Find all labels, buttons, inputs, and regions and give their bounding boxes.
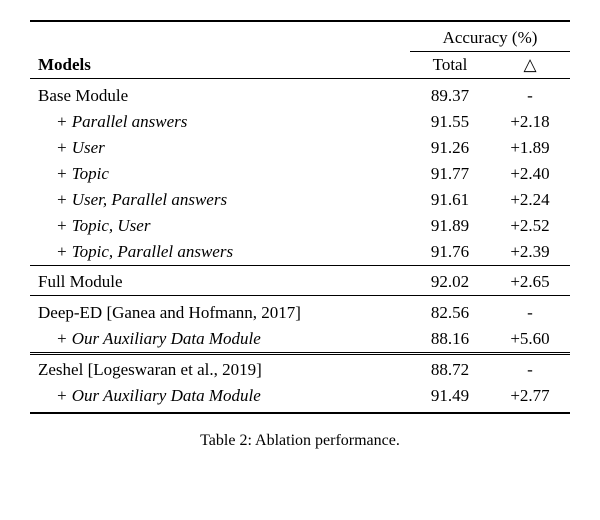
total-value: 91.55	[410, 109, 490, 135]
delta-value: -	[490, 357, 570, 383]
table-row: Zeshel [Logeswaran et al., 2019] 88.72 -	[30, 357, 570, 383]
model-label: + Our Auxiliary Data Module	[30, 383, 410, 409]
table-row: + Our Auxiliary Data Module 91.49 +2.77	[30, 383, 570, 409]
table-row: Base Module 89.37 -	[30, 83, 570, 109]
delta-value: +2.18	[490, 109, 570, 135]
delta-value: +2.40	[490, 161, 570, 187]
model-label: Full Module	[30, 269, 410, 296]
table-row: + Topic 91.77 +2.40	[30, 161, 570, 187]
model-label: + User, Parallel answers	[30, 187, 410, 213]
model-label: + Our Auxiliary Data Module	[30, 326, 410, 354]
table-row: + User 91.26 +1.89	[30, 135, 570, 161]
table-row: + Topic, User 91.89 +2.52	[30, 213, 570, 239]
table-caption: Table 2: Ablation performance.	[30, 432, 570, 450]
total-value: 92.02	[410, 269, 490, 296]
model-label: + Topic	[30, 161, 410, 187]
model-label: Zeshel [Logeswaran et al., 2019]	[30, 357, 410, 383]
total-value: 91.49	[410, 383, 490, 409]
delta-value: +2.65	[490, 269, 570, 296]
caption-prefix: Table 2:	[200, 432, 255, 449]
total-header: Total	[410, 52, 490, 79]
models-header: Models	[30, 25, 410, 79]
caption-text: Ablation performance.	[255, 432, 400, 449]
model-label: + User	[30, 135, 410, 161]
table-row: + Parallel answers 91.55 +2.18	[30, 109, 570, 135]
model-label: + Topic, Parallel answers	[30, 239, 410, 266]
model-label: + Topic, User	[30, 213, 410, 239]
accuracy-header: Accuracy (%)	[410, 25, 570, 52]
total-value: 88.72	[410, 357, 490, 383]
total-value: 88.16	[410, 326, 490, 354]
total-value: 89.37	[410, 83, 490, 109]
table-row: + Topic, Parallel answers 91.76 +2.39	[30, 239, 570, 266]
delta-value: +2.77	[490, 383, 570, 409]
total-value: 91.76	[410, 239, 490, 266]
header-row-1: Models Accuracy (%)	[30, 25, 570, 52]
delta-value: -	[490, 300, 570, 326]
delta-value: +1.89	[490, 135, 570, 161]
total-value: 82.56	[410, 300, 490, 326]
total-value: 91.89	[410, 213, 490, 239]
delta-header: △	[490, 52, 570, 79]
model-label: + Parallel answers	[30, 109, 410, 135]
delta-value: +5.60	[490, 326, 570, 354]
delta-value: +2.24	[490, 187, 570, 213]
table-bottom-rule	[30, 409, 570, 413]
delta-value: -	[490, 83, 570, 109]
table-row: + User, Parallel answers 91.61 +2.24	[30, 187, 570, 213]
table-row: + Our Auxiliary Data Module 88.16 +5.60	[30, 326, 570, 354]
delta-value: +2.52	[490, 213, 570, 239]
table-row: Full Module 92.02 +2.65	[30, 269, 570, 296]
model-label: Base Module	[30, 83, 410, 109]
delta-value: +2.39	[490, 239, 570, 266]
ablation-table: Models Accuracy (%) Total △ Base Module …	[30, 20, 570, 414]
table-row: Deep-ED [Ganea and Hofmann, 2017] 82.56 …	[30, 300, 570, 326]
total-value: 91.61	[410, 187, 490, 213]
total-value: 91.77	[410, 161, 490, 187]
total-value: 91.26	[410, 135, 490, 161]
model-label: Deep-ED [Ganea and Hofmann, 2017]	[30, 300, 410, 326]
